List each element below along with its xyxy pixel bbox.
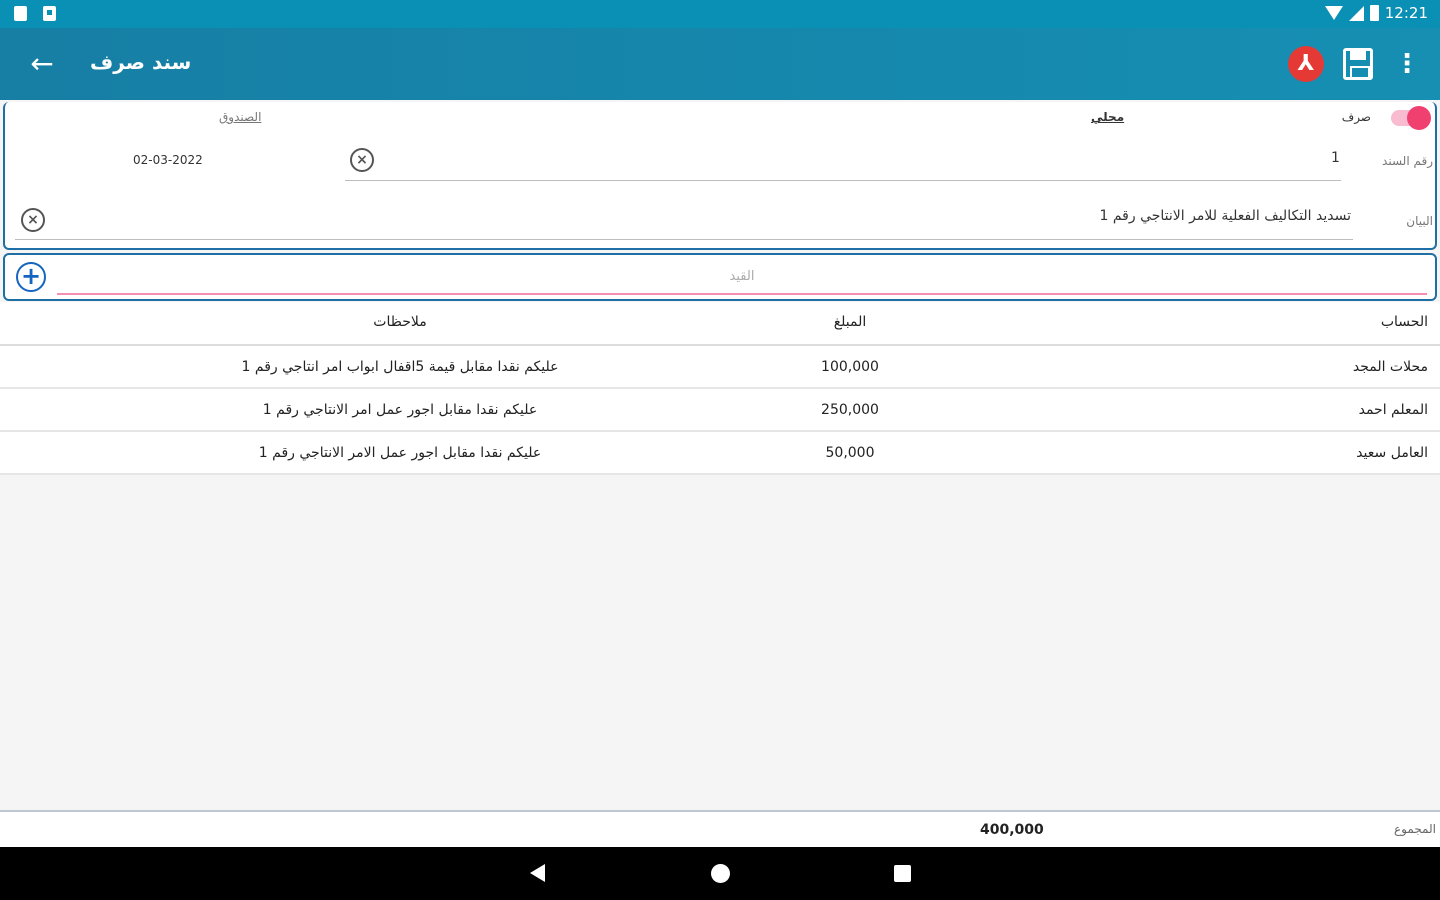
clear-doc-number-icon[interactable]: ×	[350, 148, 374, 172]
doc-number-field[interactable]: 1	[1331, 150, 1340, 166]
header-account: الحساب	[1380, 314, 1428, 330]
add-entry-icon[interactable]: +	[16, 262, 46, 292]
currency-select[interactable]: محلي	[1091, 110, 1124, 124]
nav-recents-icon[interactable]	[894, 865, 911, 882]
journal-entry-input[interactable]	[57, 259, 1427, 295]
statement-underline	[15, 239, 1353, 240]
row-amount: 250,000	[821, 402, 879, 418]
header-amount: المبلغ	[833, 314, 867, 330]
row-amount: 100,000	[821, 359, 879, 375]
nav-home-icon[interactable]	[711, 864, 730, 883]
back-arrow-icon[interactable]: ←	[22, 46, 62, 82]
date-field[interactable]: 02-03-2022	[133, 153, 203, 167]
doc-number-underline	[345, 180, 1341, 181]
toggle-label: صرف	[1341, 110, 1371, 124]
save-icon[interactable]	[1343, 48, 1373, 80]
signal-icon	[1348, 5, 1364, 21]
row-account: العامل سعيد	[1356, 445, 1428, 461]
statement-field[interactable]: تسديد التكاليف الفعلية للامر الانتاجي رق…	[1099, 208, 1351, 224]
cash-box-select[interactable]: الصندوق	[219, 110, 261, 124]
battery-icon	[1369, 5, 1379, 21]
table-row[interactable]: محلات المجد 100,000 عليكم نقدا مقابل قيم…	[0, 346, 1440, 389]
statement-label: البيان	[1406, 214, 1433, 228]
journal-entry-bar: +	[3, 253, 1437, 301]
clear-statement-icon[interactable]: ×	[21, 208, 45, 232]
row-amount: 50,000	[825, 445, 875, 461]
status-time: 12:21	[1384, 4, 1428, 22]
row-notes: عليكم نقدا مقابل اجور عمل امر الانتاجي ر…	[262, 402, 538, 418]
row-notes: عليكم نقدا مقابل اجور عمل الامر الانتاجي…	[258, 445, 542, 461]
doc-number-label: رقم السند	[1382, 154, 1433, 168]
nav-back-icon[interactable]	[530, 864, 545, 882]
row-account: محلات المجد	[1352, 359, 1428, 375]
notification-icon	[14, 6, 27, 21]
total-label: المجموع	[1394, 822, 1436, 836]
row-notes: عليكم نقدا مقابل قيمة 5اقفال ابواب امر ا…	[241, 359, 559, 375]
totals-footer: 400,000 المجموع	[0, 810, 1440, 847]
system-nav-bar	[0, 847, 1440, 900]
status-bar: 12:21	[0, 0, 1440, 28]
total-amount: 400,000	[980, 822, 1044, 838]
pdf-icon[interactable]: ⅄	[1288, 46, 1324, 82]
page-title: سند صرف	[90, 50, 192, 74]
payment-type-toggle[interactable]	[1391, 106, 1431, 130]
row-account: المعلم احمد	[1358, 402, 1428, 418]
more-options-icon[interactable]: ⋮	[1394, 48, 1420, 80]
voucher-header-card: صرف محلي الصندوق رقم السند 1 × 02-03-202…	[3, 102, 1437, 250]
entries-table: الحساب المبلغ ملاحظات محلات المجد 100,00…	[0, 302, 1440, 475]
header-notes: ملاحظات	[373, 314, 427, 330]
notification-icon	[43, 6, 56, 21]
app-bar: ← سند صرف ⅄ ⋮	[0, 28, 1440, 100]
wifi-icon	[1324, 6, 1343, 20]
table-header: الحساب المبلغ ملاحظات	[0, 302, 1440, 346]
table-row[interactable]: العامل سعيد 50,000 عليكم نقدا مقابل اجور…	[0, 432, 1440, 475]
table-row[interactable]: المعلم احمد 250,000 عليكم نقدا مقابل اجو…	[0, 389, 1440, 432]
